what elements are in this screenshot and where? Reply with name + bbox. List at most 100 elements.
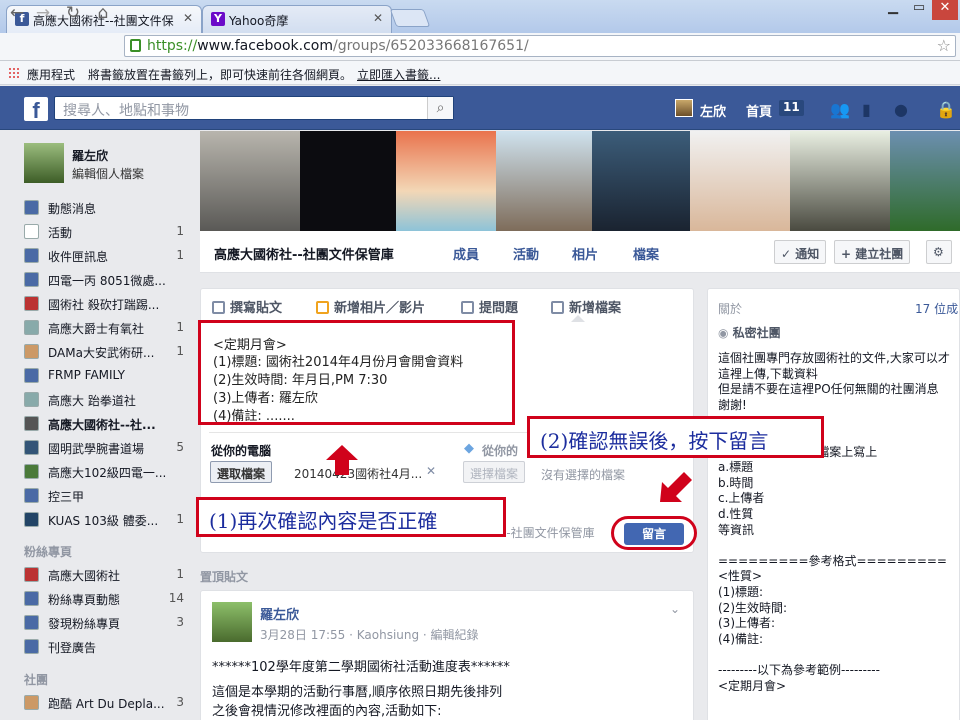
- members-count-link[interactable]: 17 位成: [915, 300, 958, 317]
- choose-dropbox-file-button[interactable]: 選擇檔案: [463, 461, 526, 483]
- notifications-globe-icon[interactable]: ●: [894, 100, 912, 119]
- tab-add-photo-video[interactable]: 新增相片／影片: [316, 297, 425, 316]
- import-bookmarks-link[interactable]: 立即匯入書籤...: [357, 66, 440, 83]
- post-body-line: 之後會視情況修改裡面的內容,活動如下:: [212, 704, 442, 719]
- maximize-icon[interactable]: ▭: [906, 0, 932, 20]
- close-tab-icon[interactable]: ✕: [183, 11, 193, 25]
- file-add-icon: [551, 301, 564, 314]
- sidebar-item-count: 3: [176, 615, 184, 629]
- facebook-logo-icon[interactable]: f: [24, 97, 48, 123]
- sidebar-item[interactable]: 控三甲: [24, 486, 184, 508]
- post-to-audience: --社團文件保管庫: [502, 526, 595, 540]
- sidebar-item[interactable]: 高應大國術社--社...: [24, 414, 184, 436]
- sidebar-item-label: FRMP FAMILY: [48, 368, 125, 382]
- choose-file-button[interactable]: 選取檔案: [210, 461, 273, 483]
- home-link[interactable]: 首頁: [746, 101, 772, 120]
- tab-write-post[interactable]: 撰寫貼文: [212, 297, 282, 316]
- cover-photo-7: [790, 131, 890, 231]
- settings-gear-icon[interactable]: ⚙: [926, 240, 952, 264]
- address-bar[interactable]: https://www.facebook.com/groups/65203366…: [124, 35, 956, 57]
- close-window-icon[interactable]: ✕: [932, 0, 958, 20]
- privacy-lock-icon[interactable]: 🔒: [936, 100, 956, 119]
- remove-file-icon[interactable]: ✕: [426, 464, 436, 478]
- apps-link[interactable]: 應用程式: [27, 66, 75, 83]
- profile-name[interactable]: 羅左欣: [72, 147, 108, 164]
- notifications-button[interactable]: ✓ 通知: [774, 240, 827, 264]
- back-icon[interactable]: ←: [6, 3, 28, 25]
- edit-profile-link[interactable]: 編輯個人檔案: [72, 165, 144, 182]
- post-button[interactable]: 留言: [624, 523, 684, 545]
- privacy-text: 私密社團: [732, 326, 781, 340]
- sidebar-item[interactable]: 收件匣訊息 1: [24, 246, 184, 268]
- user-name-link[interactable]: 左欣: [700, 101, 726, 120]
- sidebar-item[interactable]: 高應大 跆拳道社: [24, 390, 184, 412]
- sidebar-item[interactable]: 活動 1: [24, 222, 184, 244]
- sidebar-item[interactable]: DAMa大安武術研... 1: [24, 342, 184, 364]
- sidebar-item[interactable]: 國明武學腕書道場 5: [24, 438, 184, 460]
- user-avatar[interactable]: [675, 99, 693, 117]
- sidebar-item[interactable]: 高應大爵士有氧社 1: [24, 318, 184, 340]
- tab-add-file[interactable]: 新增檔案: [551, 297, 621, 316]
- sidebar-item-icon: [24, 296, 39, 311]
- tab-label: 新增檔案: [569, 301, 622, 316]
- about-line: c.上傳者: [718, 491, 765, 506]
- close-tab-icon[interactable]: ✕: [373, 11, 383, 25]
- facebook-search-input[interactable]: 搜尋人、地點和事物 ⌕: [54, 96, 454, 120]
- annotation-check-content: (1)再次確認內容是否正確: [196, 497, 506, 537]
- sidebar-item-label: 收件匣訊息: [48, 250, 109, 264]
- post-text-input[interactable]: <定期月會> (1)標題: 國術社2014年4月份月會開會資料 (2)生效時間:…: [198, 320, 515, 425]
- sidebar-item-count: 1: [176, 320, 184, 334]
- post-author-avatar[interactable]: [212, 602, 252, 642]
- sidebar-item[interactable]: 國術社 殺砍打踹踢...: [24, 294, 184, 316]
- fans-item[interactable]: 高應大國術社 1: [24, 565, 184, 587]
- tab-members[interactable]: 成員: [453, 244, 479, 263]
- groups-item[interactable]: 跑酷 Art Du Depla... 3: [24, 693, 184, 715]
- about-header: 關於: [718, 302, 743, 316]
- sidebar-item-label: 國明武學腕書道場: [48, 442, 145, 456]
- sidebar-item[interactable]: FRMP FAMILY: [24, 366, 184, 388]
- profile-avatar[interactable]: [24, 143, 64, 183]
- about-line: 這裡上傳,下載資料: [718, 366, 818, 381]
- reload-icon[interactable]: ↻: [62, 3, 84, 25]
- sidebar-item[interactable]: 四電一丙 8051微處...: [24, 270, 184, 292]
- cover-photo-8: [890, 131, 960, 231]
- photo-icon: [316, 301, 329, 314]
- minimize-icon[interactable]: ▁: [880, 0, 906, 20]
- post-button-highlight: 留言: [611, 516, 697, 550]
- tab-photos[interactable]: 相片: [572, 244, 598, 263]
- forward-icon[interactable]: →: [32, 3, 54, 25]
- tab-files[interactable]: 檔案: [633, 244, 659, 263]
- down-left-arrow-icon: [660, 472, 692, 502]
- sidebar-item-icon: [24, 695, 39, 710]
- fans-item[interactable]: 發現粉絲專頁 3: [24, 613, 184, 635]
- messages-icon[interactable]: ▮: [862, 100, 880, 119]
- home-icon[interactable]: ⌂: [92, 3, 114, 25]
- fans-item[interactable]: 刊登廣告: [24, 637, 184, 659]
- post-options-chevron-icon[interactable]: ⌄: [670, 602, 680, 616]
- search-icon[interactable]: ⌕: [427, 97, 453, 119]
- bookmark-star-icon[interactable]: ☆: [937, 36, 951, 55]
- fans-item[interactable]: 粉絲專頁動態 14: [24, 589, 184, 611]
- selected-file-name: 20140423國術社4月...: [294, 467, 423, 481]
- sidebar-item[interactable]: 動態消息: [24, 198, 184, 220]
- sidebar-item-count: 1: [176, 224, 184, 238]
- browser-tab-yahoo[interactable]: Y Yahoo奇摩 ✕: [202, 5, 392, 33]
- tab-ask-question[interactable]: 提問題: [461, 297, 518, 316]
- sidebar-item-count: 1: [176, 344, 184, 358]
- sidebar-item[interactable]: KUAS 103級 體委... 1: [24, 510, 184, 532]
- sidebar-item-label: 高應大國術社--社...: [48, 418, 156, 432]
- post-author-name[interactable]: 羅左欣: [260, 604, 299, 623]
- fans-section-header: 粉絲專頁: [24, 545, 73, 559]
- sidebar-item-icon: [24, 488, 39, 503]
- new-tab-button[interactable]: [389, 9, 431, 27]
- about-line: 這個社團專門存放國術社的文件,大家可以才: [718, 351, 950, 365]
- sidebar-item-label: 動態消息: [48, 202, 97, 216]
- group-name[interactable]: 高應大國術社--社團文件保管庫: [214, 244, 394, 263]
- screen: f 高應大國術社--社團文件保 ✕ Y Yahoo奇摩 ✕ ▁ ▭ ✕ ← → …: [0, 0, 960, 720]
- privacy-label: ◉ 私密社團: [718, 324, 781, 341]
- tab-events[interactable]: 活動: [513, 244, 539, 263]
- create-group-button[interactable]: + 建立社團: [834, 240, 911, 264]
- sidebar-item[interactable]: 高應大102級四電一...: [24, 462, 184, 484]
- friend-requests-icon[interactable]: 👥: [830, 100, 850, 119]
- sidebar-item-count: 1: [176, 248, 184, 262]
